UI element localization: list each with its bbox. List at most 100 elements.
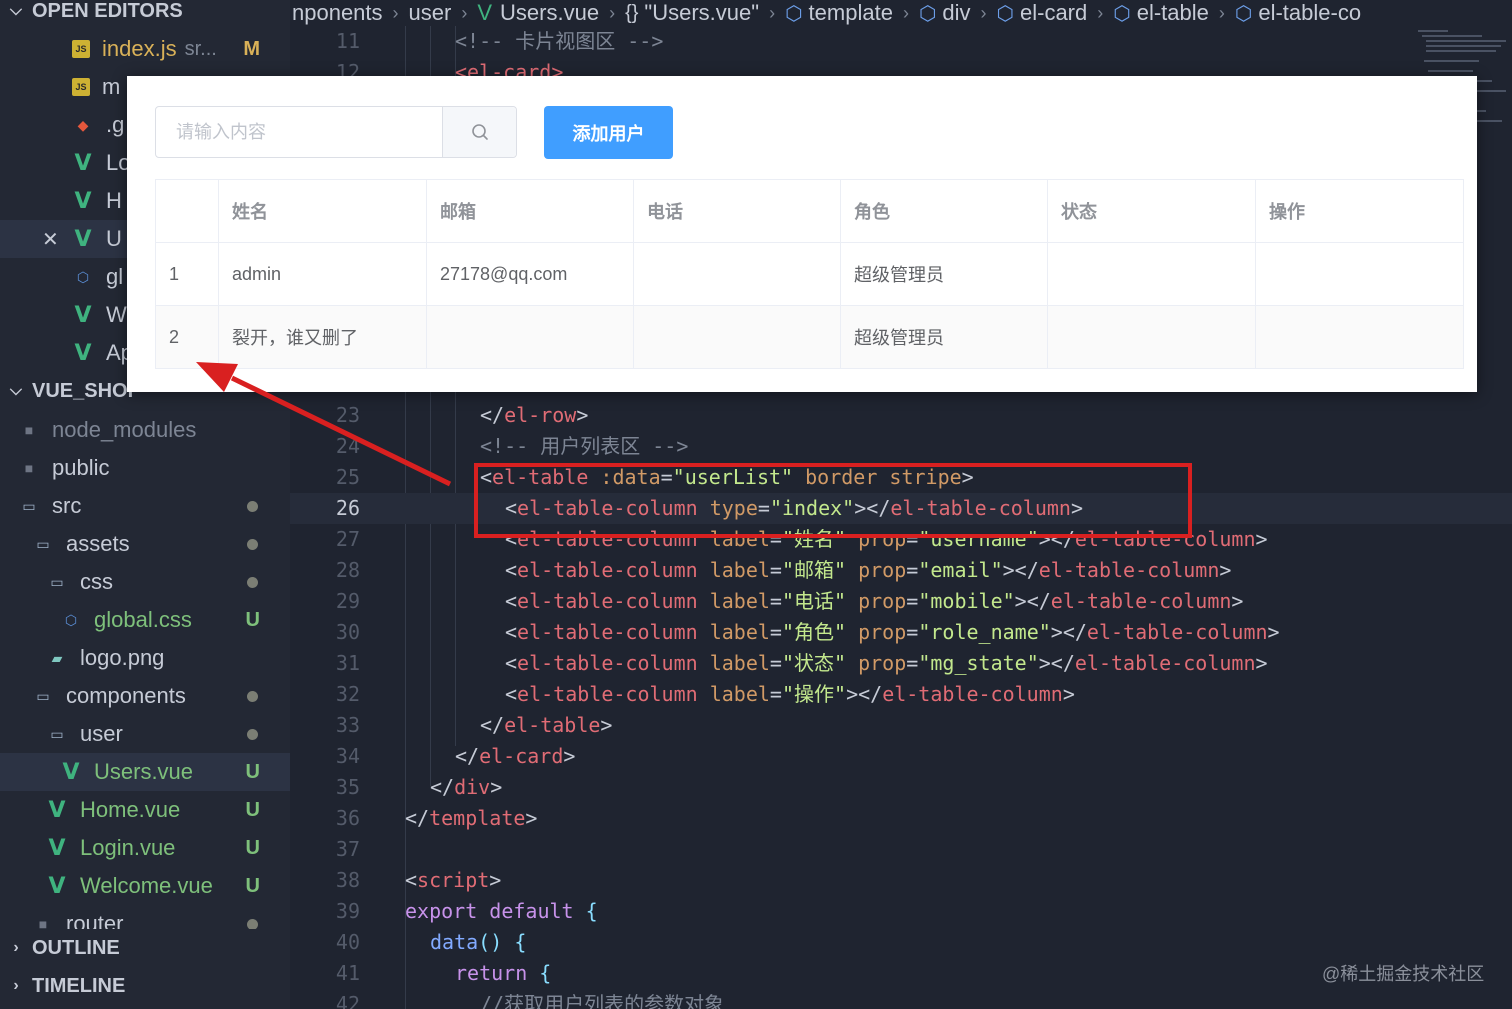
file-tree-item[interactable]: ▭ css [0, 563, 290, 601]
code-text: <script> [405, 868, 502, 892]
file-tree-item[interactable]: V Login.vue U [0, 829, 290, 867]
folder-open-icon: ▭ [36, 687, 50, 704]
vue-file-icon: V [48, 873, 66, 899]
git-status-dot [247, 690, 258, 702]
outline-header[interactable]: › OUTLINE [0, 929, 290, 967]
file-tree-item[interactable]: ▭ src [0, 487, 290, 525]
vue-file-icon: V [74, 150, 92, 176]
timeline-header[interactable]: › TIMELINE [0, 967, 290, 1005]
breadcrumb-item[interactable]: Users.vue [500, 0, 599, 26]
code-text: <el-table-column label="邮箱" prop="email"… [505, 558, 1232, 582]
git-status-dot [247, 500, 258, 512]
breadcrumb-item[interactable]: el-card [1020, 0, 1087, 26]
file-tree-item[interactable]: ⬡ global.css U [0, 601, 290, 639]
cube-icon: ⬡ [918, 2, 937, 25]
git-status-badge: U [245, 874, 260, 897]
code-text: </div> [430, 775, 503, 799]
search-input[interactable] [156, 107, 443, 157]
code-line: 37 [290, 834, 1512, 865]
table-cell [633, 305, 841, 369]
add-user-button[interactable]: 添加用户 [544, 106, 673, 159]
file-tree-item[interactable]: ▭ assets [0, 525, 290, 563]
folder-open-icon: ▭ [50, 573, 64, 590]
chevron-down-icon: ⌵ [9, 382, 23, 399]
table-header-cell: 邮箱 [426, 179, 634, 243]
breadcrumb-item[interactable]: user [409, 0, 452, 26]
watermark: @稀土掘金技术社区 [1322, 964, 1485, 984]
code-line: 28 <el-table-column label="邮箱" prop="emai… [290, 555, 1512, 586]
file-tree-item[interactable]: ▭ components [0, 677, 290, 715]
breadcrumb-item[interactable]: template [809, 0, 893, 26]
line-number: 35 [335, 775, 360, 799]
cube-icon: ⬡ [1113, 2, 1131, 25]
git-status-dot [247, 576, 258, 588]
table-cell [426, 305, 634, 369]
code-line: 30 <el-table-column label="角色" prop="role… [290, 617, 1512, 648]
code-text: data() { [430, 930, 527, 954]
line-number: 27 [335, 527, 360, 551]
file-tree-item[interactable]: ■ public [0, 449, 290, 487]
css-file-icon: ⬡ [64, 611, 78, 628]
chevron-right-icon: › [902, 2, 909, 23]
code-line: 38 <script> [290, 865, 1512, 896]
file-tree-item[interactable]: ■ node_modules [0, 411, 290, 449]
breadcrumb-item[interactable]: div [942, 0, 970, 26]
breadcrumb-item[interactable]: "Users.vue" [644, 0, 759, 26]
breadcrumb-item[interactable]: nponents [292, 0, 383, 26]
code-line: 39 export default { [290, 896, 1512, 927]
table-header-cell: 姓名 [218, 179, 427, 243]
file-tree-item[interactable]: V Welcome.vue U [0, 867, 290, 905]
folder-open-icon: ▭ [50, 725, 64, 742]
search-button[interactable] [442, 107, 516, 157]
css-file-icon: ⬡ [76, 268, 90, 285]
table-cell: 超级管理员 [840, 305, 1048, 369]
code-line: 35 </div> [290, 772, 1512, 803]
table-row[interactable]: 1 admin 27178@qq.com 超级管理员 [155, 242, 1464, 306]
js-file-icon: JS [72, 78, 90, 96]
git-status-dot [247, 918, 258, 930]
open-editors-header[interactable]: ⌵ OPEN EDITORS [0, 0, 290, 30]
file-label: assets [66, 531, 130, 556]
open-editor-item[interactable]: JS index.js sr... M [0, 30, 290, 68]
breadcrumb-item[interactable]: el-table-co [1258, 0, 1361, 26]
code-text: <el-table-column label="电话" prop="mobile… [505, 589, 1244, 613]
line-number: 38 [335, 868, 360, 892]
file-tree-item[interactable]: ▰ logo.png [0, 639, 290, 677]
code-text: export default { [405, 899, 598, 923]
table-row[interactable]: 2 裂开，谁又删了 超级管理员 [155, 305, 1464, 369]
search-icon [471, 124, 488, 140]
file-label: global.css [94, 607, 192, 632]
git-status-badge: U [245, 798, 260, 821]
git-status-badge: M [243, 37, 260, 60]
git-file-icon: ◆ [77, 116, 89, 133]
table-header-cell [155, 179, 219, 243]
file-tree-item[interactable]: V Users.vue U [0, 753, 290, 791]
line-number: 23 [335, 403, 360, 427]
file-label: Home.vue [80, 797, 181, 822]
annotation-highlight-box [474, 463, 1192, 538]
cube-icon: ⬡ [1234, 2, 1253, 25]
chevron-down-icon: ⌵ [9, 2, 23, 19]
file-label: Users.vue [94, 759, 194, 784]
chevron-right-icon: › [980, 2, 987, 23]
file-tree-item[interactable]: ▭ user [0, 715, 290, 753]
cube-icon: ⬡ [785, 2, 803, 25]
file-label: logo.png [80, 645, 165, 670]
file-tree-item[interactable]: V Home.vue U [0, 791, 290, 829]
code-line: 42 //获取用户列表的参数对象 [290, 989, 1512, 1009]
code-line: 11 <!-- 卡片视图区 --> [290, 26, 1512, 57]
line-number: 39 [335, 899, 360, 923]
folder-open-icon: ▭ [36, 535, 50, 552]
code-line: 32 <el-table-column label="操作"></el-table… [290, 679, 1512, 710]
code-text: <el-table-column label="角色" prop="role_n… [505, 620, 1280, 644]
code-line: 40 data() { [290, 927, 1512, 958]
close-icon[interactable]: ✕ [42, 227, 59, 252]
file-label: components [66, 683, 186, 708]
breadcrumb-item[interactable]: el-table [1137, 0, 1209, 26]
code-line: 36 </template> [290, 803, 1512, 834]
line-number: 30 [335, 620, 360, 644]
line-number: 36 [335, 806, 360, 830]
file-label: src [52, 493, 82, 518]
file-label: css [80, 569, 113, 594]
chevron-right-icon: › [1097, 2, 1104, 23]
